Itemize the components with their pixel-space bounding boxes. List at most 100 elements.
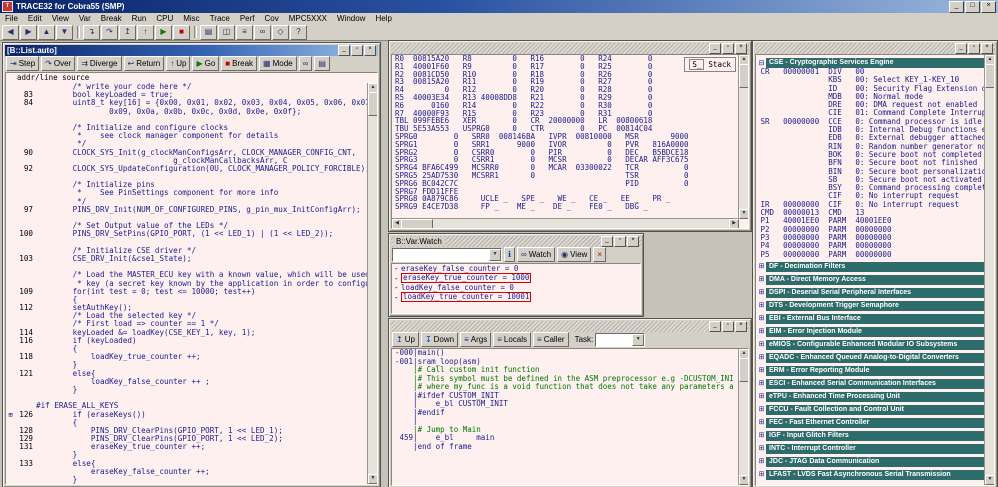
breakpoint-gutter[interactable] (6, 386, 15, 394)
maximize-button[interactable]: ▫ (722, 321, 734, 332)
per-row[interactable]: BFN 0: Secure boot not finished (756, 159, 985, 167)
peripheral-group-label[interactable]: eMIOS - Configurable Enhanced Modular IO… (766, 340, 984, 350)
scroll-right-icon[interactable]: ▶ (729, 219, 739, 229)
per-row[interactable]: BOK 0: Secure boot not completed or s (756, 151, 985, 159)
view-button[interactable]: ◉ View (557, 247, 591, 262)
task-combo[interactable]: ▼ (595, 333, 645, 347)
expander-icon[interactable]: - (394, 264, 401, 274)
breakpoint-gutter[interactable] (6, 435, 15, 443)
peripheral-group-label[interactable]: EBI - External Bus Interface (766, 314, 984, 324)
menu-item[interactable]: Edit (23, 14, 47, 23)
breakpoint-gutter[interactable] (6, 91, 15, 99)
code-line[interactable]: 97 PINS_DRV_Init(NUM_OF_CONFIGURED_PINS,… (6, 206, 368, 214)
tree-expand-icon[interactable]: ⊟ (757, 59, 766, 68)
register-vscrollbar[interactable]: ▲ ▼ (738, 55, 748, 219)
per-row[interactable]: CIE 01: Command Complete Interrupt en (756, 109, 985, 117)
trace-icon[interactable]: ◇ (272, 25, 289, 40)
per-row[interactable]: ⊞ DSPI - Deserial Serial Peripheral Inte… (757, 288, 984, 298)
code-line[interactable]: 92 CLOCK_SYS_UpdateConfiguration(0U, CLO… (6, 165, 368, 173)
menu-item[interactable]: Break (96, 14, 127, 23)
per-row[interactable]: P1 40001EE0 PARM 40001EE0 (756, 217, 985, 225)
watch-expression-combo[interactable]: ▼ (392, 248, 502, 262)
tree-expand-icon[interactable]: ⊞ (757, 366, 766, 375)
breakpoint-gutter[interactable] (6, 320, 15, 328)
tree-expand-icon[interactable]: ⊞ (757, 301, 766, 310)
close-icon[interactable]: × (735, 43, 747, 54)
delete-button[interactable]: × (593, 247, 606, 262)
breakpoint-gutter[interactable] (6, 476, 15, 484)
breakpoint-gutter[interactable] (6, 124, 15, 132)
breakpoint-gutter[interactable] (6, 239, 15, 247)
chevron-down-icon[interactable]: ▼ (632, 334, 644, 346)
minimize-button[interactable]: _ (338, 45, 350, 56)
register-window-titlebar[interactable]: _ ▫ × (391, 43, 749, 54)
peripheral-group-label[interactable]: IGF - Input Glitch Filters (766, 431, 984, 441)
breakpoint-gutter[interactable] (6, 443, 15, 451)
breakpoint-gutter[interactable] (6, 198, 15, 206)
step-out-icon[interactable]: ↥ (119, 25, 136, 40)
per-row[interactable]: DRE 00: DMA request not enabled (756, 101, 985, 109)
watch-item[interactable]: - loadKey_false_counter = 0 (392, 283, 640, 293)
peripheral-group-label[interactable]: CSE - Cryptographic Services Engine (766, 58, 984, 68)
scroll-thumb[interactable] (401, 219, 433, 229)
per-row[interactable]: ID 00: Security Flag Extension disab (756, 85, 985, 93)
frame-vscrollbar[interactable]: ▲ ▼ (738, 349, 748, 485)
tree-expand-icon[interactable]: ⊞ (757, 288, 766, 297)
per-row[interactable]: IDB 0: Internal Debug functions enabl (756, 126, 985, 134)
source-list-icon[interactable]: ▤ (200, 25, 217, 40)
list-window-titlebar[interactable]: [B::List.auto] _ ▫ × (5, 45, 378, 56)
watch-button[interactable]: ∞ Watch (517, 247, 555, 262)
help-icon[interactable]: ? (290, 25, 307, 40)
breakpoint-gutter[interactable] (6, 157, 15, 165)
menu-item[interactable]: Misc (178, 14, 204, 23)
locals-button[interactable]: ≡ Locals (493, 332, 531, 347)
up-button[interactable]: ↑ Up (166, 56, 190, 71)
per-row[interactable]: CIF 0: No interrupt request (756, 192, 985, 200)
peripheral-group-label[interactable]: INTC - Interrupt Controller (766, 444, 984, 454)
breakpoint-gutter[interactable] (6, 132, 15, 140)
per-row[interactable]: ⊞ IGF - Input Glitch Filters (757, 431, 984, 441)
breakpoint-gutter[interactable] (6, 247, 15, 255)
peripheral-group-label[interactable]: eTPU - Enhanced Time Processing Unit (766, 392, 984, 402)
tree-expand-icon[interactable]: ⊞ (757, 470, 766, 479)
chevron-down-icon[interactable]: ▼ (489, 249, 501, 261)
breakpoint-gutter[interactable] (6, 361, 15, 369)
nav-up-icon[interactable]: ▲ (38, 25, 55, 40)
per-row[interactable]: RIN 0: Random number generator not in (756, 143, 985, 151)
per-row[interactable]: ⊞ DF - Decimation Filters (757, 262, 984, 272)
breakpoint-gutter[interactable] (6, 222, 15, 230)
per-row[interactable]: ⊞ EIM - Error Injection Module (757, 327, 984, 337)
breakpoint-gutter[interactable] (6, 329, 15, 337)
breakpoint-gutter[interactable] (6, 116, 15, 124)
per-row[interactable]: BSY 0: Command processing completed (756, 184, 985, 192)
maximize-button[interactable]: ▫ (968, 43, 980, 54)
tree-expand-icon[interactable]: ⊞ (757, 418, 766, 427)
nav-down-icon[interactable]: ▼ (56, 25, 73, 40)
close-icon[interactable]: × (627, 236, 639, 247)
menu-item[interactable]: View (47, 14, 74, 23)
step-over-icon[interactable]: ↷ (101, 25, 118, 40)
breakpoint-gutter[interactable] (6, 189, 15, 197)
per-row[interactable]: ⊞ INTC - Interrupt Controller (757, 444, 984, 454)
maximize-button[interactable]: □ (965, 1, 980, 13)
per-row[interactable]: KBS 00: Select KEY_1-KEY_10 (756, 76, 985, 84)
view-list-button[interactable]: ▤ (314, 56, 330, 71)
menu-item[interactable]: CPU (151, 14, 178, 23)
minimize-button[interactable]: _ (601, 236, 613, 247)
menu-item[interactable]: Window (332, 14, 370, 23)
per-row[interactable]: MDB 00: Normal mode (756, 93, 985, 101)
per-row[interactable]: CR 00000001 DIV 00 (756, 68, 985, 76)
scroll-down-icon[interactable]: ▼ (739, 475, 749, 485)
code-line[interactable]: 100 PINS_DRV_SetPins(GPIO_PORT, (1 << LE… (6, 230, 368, 238)
per-row[interactable]: IR 00000000 CIF 0: No interrupt request (756, 201, 985, 209)
list-vscrollbar[interactable]: ▲ ▼ (367, 83, 377, 484)
watch-item[interactable]: - eraseKey_true_counter = 1000 (392, 274, 640, 284)
tree-expand-icon[interactable]: ⊞ (757, 405, 766, 414)
over-button[interactable]: ↷ Over (41, 56, 75, 71)
peripheral-group-label[interactable]: JDC - JTAG Data Communication (766, 457, 984, 467)
per-row[interactable]: CMD 00000013 CMD 13 (756, 209, 985, 217)
scroll-thumb[interactable] (368, 92, 378, 116)
tree-expand-icon[interactable]: ⊞ (757, 327, 766, 336)
peripheral-group-label[interactable]: DMA - Direct Memory Access (766, 275, 984, 285)
per-row[interactable]: P4 00000000 PARM 00000000 (756, 242, 985, 250)
